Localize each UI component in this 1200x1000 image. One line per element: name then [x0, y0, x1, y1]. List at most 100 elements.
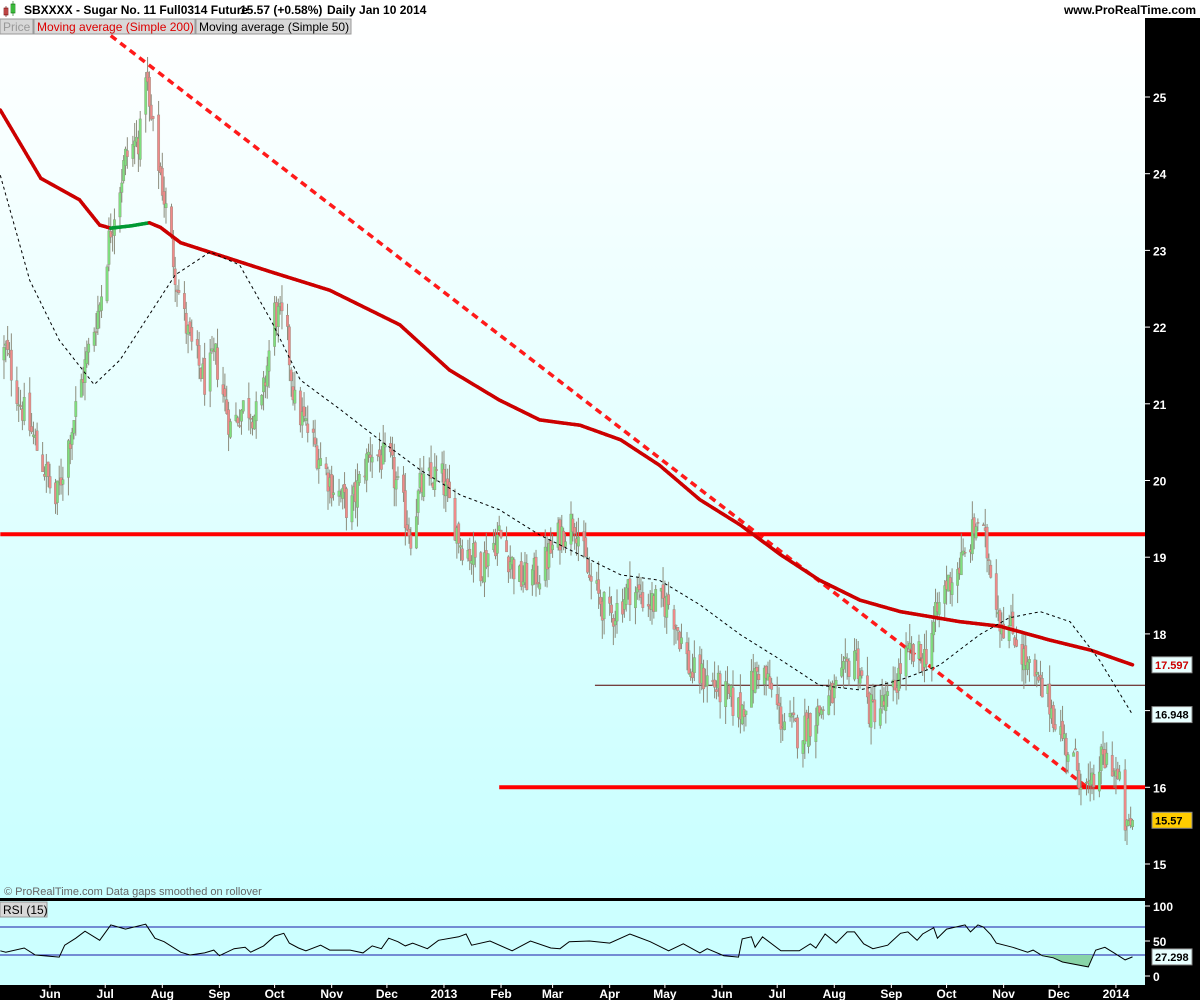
last-price-change: 15.57 (+0.58%) — [240, 3, 322, 17]
candle-up — [834, 680, 838, 686]
candle-up — [530, 569, 534, 586]
candle-down — [919, 644, 923, 658]
candle-up — [254, 401, 258, 422]
candle-up — [164, 203, 168, 209]
candle-down — [534, 556, 538, 585]
x-tick-label: Jul — [97, 987, 114, 1000]
candle-up — [105, 266, 109, 302]
candle-down — [586, 558, 589, 573]
candle-down — [536, 581, 540, 584]
candle-down — [35, 430, 39, 451]
candle-up — [208, 352, 212, 392]
candle-down — [429, 462, 433, 479]
candle-up — [495, 534, 499, 554]
candle-down — [860, 670, 864, 676]
candle-up — [932, 621, 936, 636]
x-tick-label: Jul — [769, 987, 786, 1000]
candle-up — [959, 552, 963, 576]
candle-up — [240, 409, 243, 422]
candle-down — [448, 481, 451, 499]
candle-up — [85, 351, 89, 364]
candle-up — [118, 192, 122, 218]
candle-down — [1053, 724, 1057, 730]
candle-down — [808, 713, 812, 737]
candle-up — [613, 620, 617, 626]
candle-down — [249, 418, 253, 420]
candle-up — [396, 476, 400, 478]
candle-down — [608, 596, 612, 604]
candle-down — [757, 674, 761, 681]
candle-down — [715, 689, 718, 692]
candle-up — [2, 347, 6, 361]
candle-down — [1092, 774, 1096, 787]
candle-up — [842, 661, 845, 670]
y-tick-label: 16 — [1153, 781, 1167, 795]
candle-up — [1097, 771, 1101, 792]
candle-down — [9, 349, 13, 381]
x-tick-label: Sep — [880, 987, 902, 1000]
candle-down — [125, 150, 129, 157]
candle-down — [641, 592, 645, 608]
candle-down — [302, 406, 306, 417]
candle-down — [796, 717, 799, 749]
candle-up — [878, 708, 882, 726]
candle-down — [1077, 770, 1081, 789]
candle-up — [1026, 661, 1029, 670]
candle-down — [770, 682, 774, 690]
x-tick-label: Oct — [937, 987, 957, 1000]
candle-up — [422, 473, 426, 497]
panel-divider[interactable] — [0, 898, 1145, 901]
ma50-last-value: 16.948 — [1155, 710, 1189, 722]
x-tick-label: Apr — [599, 987, 620, 1000]
candle-down — [821, 709, 825, 711]
candle-down — [41, 454, 45, 473]
candle-down — [987, 559, 991, 561]
candle-down — [435, 469, 439, 471]
candle-down — [182, 293, 186, 309]
candle-down — [777, 702, 781, 706]
candle-down — [287, 326, 291, 366]
chart-canvas[interactable]: 1516171819202122232425100500 JunJulAugSe… — [0, 0, 1200, 1000]
candle-up — [138, 118, 142, 160]
candle-up — [276, 306, 280, 328]
candle-down — [311, 428, 315, 433]
candle-down — [584, 537, 588, 557]
candle-up — [319, 458, 323, 466]
candle-down — [409, 535, 413, 549]
x-tick-label: Jun — [711, 987, 732, 1000]
candle-up — [753, 668, 757, 693]
footnote: © ProRealTime.com Data gaps smoothed on … — [4, 886, 262, 898]
candle-up — [814, 725, 818, 742]
rsi-y-tick-label: 0 — [1153, 970, 1160, 984]
rsi-panel[interactable] — [0, 901, 1145, 985]
website-link[interactable]: www.ProRealTime.com — [1063, 3, 1196, 17]
candle-down — [637, 584, 641, 591]
candle-up — [267, 350, 271, 372]
x-tick-label: Oct — [265, 987, 285, 1000]
candle-up — [416, 490, 420, 513]
candle-down — [162, 191, 166, 205]
candle-down — [924, 649, 928, 665]
candle-down — [148, 77, 151, 107]
candle-up — [1118, 771, 1122, 780]
candle-down — [499, 529, 503, 538]
candle-down — [1015, 639, 1018, 647]
price-panel[interactable] — [0, 18, 1145, 898]
candle-down — [46, 461, 50, 477]
y-tick-label: 24 — [1153, 168, 1167, 182]
y-tick-label: 18 — [1153, 628, 1167, 642]
x-tick-label: Dec — [1048, 987, 1070, 1000]
candle-down — [460, 548, 464, 561]
candle-up — [634, 592, 637, 609]
candle-down — [1039, 674, 1042, 678]
candle-up — [654, 589, 658, 612]
candle-up — [260, 394, 264, 406]
y-tick-label: 19 — [1153, 551, 1167, 565]
candle-down — [402, 474, 405, 493]
period-date: Daily Jan 10 2014 — [327, 3, 427, 17]
x-tick-label: Nov — [320, 987, 343, 1000]
candle-down — [792, 712, 796, 716]
candle-down — [525, 563, 529, 590]
x-tick-label: Mar — [542, 987, 564, 1000]
rsi-last-value: 27.298 — [1155, 952, 1189, 964]
